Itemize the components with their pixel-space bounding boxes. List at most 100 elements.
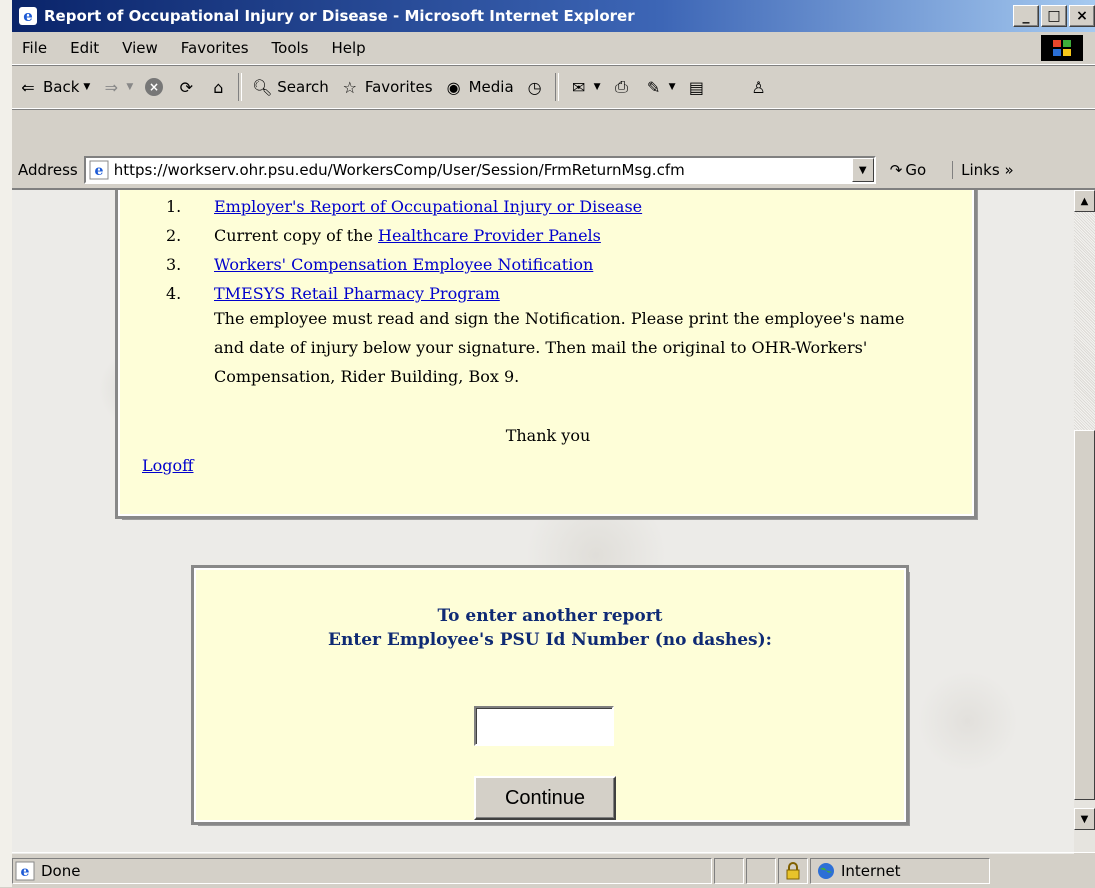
standard-toolbar: ⇐ Back ▼ ⇒ ▼ × ⟳ ⌂ 🔍︎ Search ☆ Favorites… — [12, 66, 1095, 109]
globe-icon — [818, 862, 834, 879]
go-label: Go — [905, 161, 927, 179]
toolbar-separator — [238, 73, 243, 101]
security-zone: Internet — [810, 857, 990, 884]
list-item: 1. Employer's Report of Occupational Inj… — [166, 192, 946, 221]
go-arrow-icon: ↷ — [889, 161, 903, 179]
refresh-icon: ⟳ — [179, 77, 193, 97]
resize-grip[interactable] — [1055, 858, 1095, 884]
ie-page-icon: e — [89, 160, 109, 180]
documents-list: 1. Employer's Report of Occupational Inj… — [166, 192, 946, 308]
new-report-panel: To enter another report Enter Employee's… — [191, 565, 909, 825]
svg-text:e: e — [23, 7, 33, 25]
status-progress-cell — [714, 857, 744, 884]
address-dropdown-button[interactable]: ▼ — [851, 158, 874, 182]
links-button[interactable]: Links » — [952, 161, 1014, 179]
history-button[interactable]: ◷ — [519, 76, 551, 98]
search-label: Search — [277, 78, 329, 96]
page-viewport: 1. Employer's Report of Occupational Inj… — [12, 188, 1074, 854]
continue-button[interactable]: Continue — [474, 776, 616, 820]
menu-view[interactable]: View — [112, 39, 171, 57]
favorites-button[interactable]: ☆ Favorites — [334, 76, 438, 98]
chevron-down-icon: ▼ — [593, 82, 601, 92]
scroll-up-button[interactable]: ▲ — [1074, 190, 1095, 212]
messenger-button[interactable]: ♙ — [742, 76, 774, 98]
favorites-icon: ☆ — [342, 77, 357, 97]
employee-notification-link[interactable]: Workers' Compensation Employee Notificat… — [214, 255, 593, 274]
employers-report-link[interactable]: Employer's Report of Occupational Injury… — [214, 197, 642, 216]
menu-favorites[interactable]: Favorites — [171, 39, 262, 57]
scrollbar-thumb[interactable] — [1074, 430, 1095, 800]
window-title: Report of Occupational Injury or Disease… — [44, 7, 635, 25]
address-input[interactable]: e https://workserv.ohr.psu.edu/WorkersCo… — [83, 156, 876, 184]
go-button[interactable]: ↷ Go — [890, 161, 926, 179]
scrollbar-track[interactable] — [1074, 212, 1095, 430]
title-bar[interactable]: e Report of Occupational Injury or Disea… — [12, 0, 1095, 32]
notification-instructions: The employee must read and sign the Noti… — [214, 309, 905, 386]
stop-button[interactable]: × — [138, 76, 170, 98]
vertical-scrollbar[interactable]: ▲ ▼ — [1074, 188, 1095, 852]
favorites-label: Favorites — [364, 78, 433, 96]
svg-text:e: e — [21, 864, 30, 880]
list-item: 3. Workers' Compensation Employee Notifi… — [166, 250, 946, 279]
address-label: Address — [18, 161, 78, 179]
scroll-down-button[interactable]: ▼ — [1074, 808, 1095, 830]
menu-tools[interactable]: Tools — [262, 39, 322, 57]
status-bar: e Done Internet — [12, 852, 1095, 888]
home-icon: ⌂ — [213, 77, 224, 97]
messenger-icon: ♙ — [751, 77, 766, 97]
media-icon: ◉ — [446, 77, 461, 97]
back-button[interactable]: ⇐ Back ▼ — [12, 76, 95, 98]
ie-page-icon: e — [15, 861, 35, 880]
media-label: Media — [468, 78, 514, 96]
refresh-button[interactable]: ⟳ — [170, 76, 202, 98]
edit-icon: ✎ — [646, 77, 661, 97]
zone-label: Internet — [841, 861, 901, 880]
stop-icon: × — [145, 78, 164, 96]
maximize-button[interactable]: □ — [1041, 5, 1067, 27]
browser-window: e Report of Occupational Injury or Disea… — [12, 0, 1095, 887]
instructions-panel: 1. Employer's Report of Occupational Inj… — [115, 190, 977, 519]
thank-you-text: Thank you — [505, 426, 591, 445]
address-bar: Address e https://workserv.ohr.psu.edu/W… — [12, 150, 1095, 190]
history-icon: ◷ — [527, 77, 542, 97]
item-prefix: Current copy of the — [214, 226, 379, 245]
edit-button[interactable]: ✎ ▼ — [638, 76, 681, 98]
chevron-down-icon: ▼ — [83, 82, 91, 92]
chevron-down-icon: ▼ — [126, 82, 134, 92]
discuss-button[interactable]: ▤ — [680, 76, 712, 98]
media-button[interactable]: ◉ Media — [438, 76, 519, 98]
item-number: 3. — [166, 255, 182, 274]
minimize-button[interactable]: _ — [1013, 5, 1039, 27]
forward-arrow-icon: ⇒ — [104, 77, 119, 97]
status-extra-cell — [746, 857, 776, 884]
logoff-link[interactable]: Logoff — [142, 456, 194, 475]
menu-file[interactable]: File — [12, 39, 60, 57]
psu-id-input[interactable] — [474, 706, 614, 746]
menu-bar: File Edit View Favorites Tools Help — [12, 32, 1095, 65]
item-number: 2. — [166, 226, 182, 245]
provider-panels-link[interactable]: Healthcare Provider Panels — [378, 226, 601, 245]
home-button[interactable]: ⌂ — [202, 76, 234, 98]
chevron-down-icon: ▼ — [668, 82, 676, 92]
address-url: https://workserv.ohr.psu.edu/WorkersComp… — [113, 161, 685, 179]
forward-button[interactable]: ⇒ ▼ — [95, 76, 138, 98]
mail-button[interactable]: ✉ ▼ — [563, 76, 606, 98]
back-label: Back — [43, 78, 80, 96]
item-number: 1. — [166, 197, 182, 216]
close-button[interactable]: × — [1069, 5, 1095, 27]
new-report-line2: Enter Employee's PSU Id Number (no dashe… — [328, 630, 772, 650]
discuss-icon: ▤ — [688, 77, 705, 97]
secure-lock-icon — [778, 857, 808, 884]
pharmacy-program-link[interactable]: TMESYS Retail Pharmacy Program — [214, 284, 500, 303]
svg-text:×: × — [149, 80, 159, 94]
status-text: Done — [41, 861, 81, 880]
toolbar-separator — [554, 73, 559, 101]
new-report-heading: To enter another report Enter Employee's… — [196, 604, 904, 652]
menu-help[interactable]: Help — [322, 39, 379, 57]
menu-edit[interactable]: Edit — [60, 39, 112, 57]
ie-logo-icon: e — [19, 7, 37, 25]
print-button[interactable]: ⎙ — [606, 76, 638, 98]
search-button[interactable]: 🔍︎ Search — [246, 76, 334, 98]
windows-flag-icon — [1041, 35, 1083, 61]
new-report-line1: To enter another report — [437, 606, 663, 626]
